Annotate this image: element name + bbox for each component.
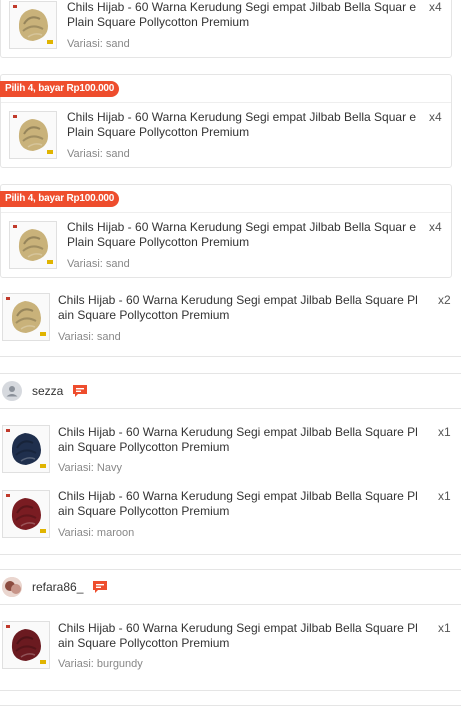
seller-header[interactable]: sezza (0, 373, 461, 409)
quantity-label: x4 (429, 0, 442, 14)
product-thumbnail[interactable] (9, 1, 57, 49)
product-thumbnail[interactable] (2, 293, 50, 341)
seller-name[interactable]: refara86_ (32, 580, 83, 594)
divider (0, 356, 461, 357)
avatar-icon[interactable] (2, 381, 22, 401)
product-thumbnail[interactable] (9, 111, 57, 159)
promo-badge: Pilih 4, bayar Rp100.000 (0, 191, 120, 207)
cart-item-card[interactable]: Pilih 4, bayar Rp100.000 Chils Hijab - 6… (0, 74, 452, 168)
variant-label: Variasi: sand (58, 331, 121, 343)
avatar-icon[interactable] (2, 577, 22, 597)
cart-item-card[interactable]: Pilih 4, bayar Rp100.000 Chils Hijab - 6… (0, 184, 452, 278)
variant-label: Variasi: Navy (58, 462, 122, 474)
quantity-label: x1 (438, 425, 451, 439)
quantity-label: x1 (438, 621, 451, 635)
variant-label: Variasi: sand (67, 258, 130, 270)
promo-badge: Pilih 4, bayar Rp100.000 (0, 81, 120, 97)
product-title[interactable]: Chils Hijab - 60 Warna Kerudung Segi emp… (67, 0, 422, 30)
divider (0, 554, 461, 555)
product-thumbnail[interactable] (2, 425, 50, 473)
product-title[interactable]: Chils Hijab - 60 Warna Kerudung Segi emp… (58, 425, 433, 455)
chat-icon[interactable] (72, 384, 88, 398)
chat-icon[interactable] (92, 580, 108, 594)
product-title[interactable]: Chils Hijab - 60 Warna Kerudung Segi emp… (58, 489, 433, 519)
cart-item-card[interactable]: Chils Hijab - 60 Warna Kerudung Segi emp… (0, 0, 452, 58)
variant-label: Variasi: sand (67, 148, 130, 160)
product-thumbnail[interactable] (2, 490, 50, 538)
product-title[interactable]: Chils Hijab - 60 Warna Kerudung Segi emp… (67, 220, 422, 250)
variant-label: Variasi: sand (67, 38, 130, 50)
quantity-label: x2 (438, 293, 451, 307)
product-thumbnail[interactable] (9, 221, 57, 269)
divider (1, 212, 451, 213)
product-thumbnail[interactable] (2, 621, 50, 669)
variant-label: Variasi: burgundy (58, 658, 143, 670)
seller-name[interactable]: sezza (32, 384, 63, 398)
quantity-label: x4 (429, 110, 442, 124)
quantity-label: x4 (429, 220, 442, 234)
seller-header[interactable]: refara86_ (0, 569, 461, 605)
product-title[interactable]: Chils Hijab - 60 Warna Kerudung Segi emp… (67, 110, 422, 140)
variant-label: Variasi: maroon (58, 527, 135, 539)
divider (1, 102, 451, 103)
divider (0, 690, 461, 691)
divider (0, 705, 461, 706)
product-title[interactable]: Chils Hijab - 60 Warna Kerudung Segi emp… (58, 293, 433, 323)
product-title[interactable]: Chils Hijab - 60 Warna Kerudung Segi emp… (58, 621, 433, 651)
quantity-label: x1 (438, 489, 451, 503)
